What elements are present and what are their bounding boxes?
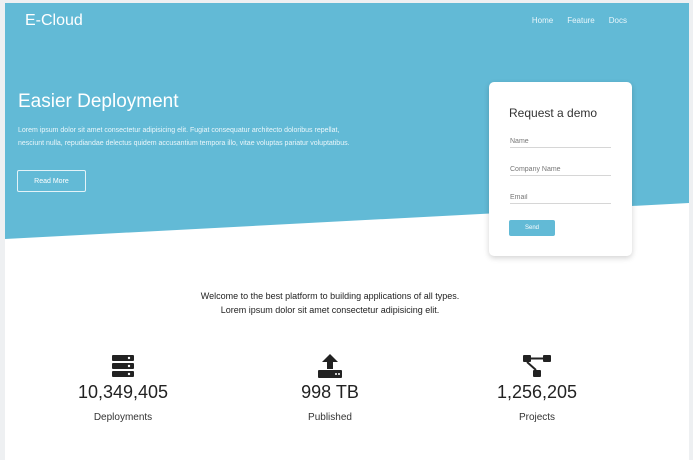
- stat-value: 10,349,405: [77, 382, 169, 402]
- nav-link-docs[interactable]: Docs: [609, 16, 627, 25]
- project-diagram-icon: [523, 355, 551, 377]
- read-more-button[interactable]: Read More: [17, 170, 86, 192]
- send-button[interactable]: Send: [509, 220, 555, 236]
- email-field[interactable]: [510, 191, 611, 204]
- company-name-field[interactable]: [510, 163, 611, 176]
- stat-label: Projects: [518, 412, 556, 423]
- stat-value: 1,256,205: [496, 382, 578, 402]
- stat-deployments: 10,349,405 Deployments: [38, 353, 208, 423]
- hero-description: Lorem ipsum dolor sit amet consectetur a…: [18, 127, 350, 147]
- upload-icon: [318, 354, 342, 378]
- stat-projects: 1,256,205 Projects: [452, 353, 622, 423]
- welcome-text: Welcome to the best platform to building…: [200, 291, 460, 315]
- stat-published: 998 TB Published: [245, 353, 415, 423]
- demo-request-card: Request a demo Send: [489, 82, 632, 256]
- hero-title: Easier Deployment: [18, 91, 179, 112]
- brand-logo[interactable]: E-Cloud: [25, 12, 83, 30]
- stat-value: 998 TB: [301, 382, 359, 402]
- nav-link-feature[interactable]: Feature: [567, 16, 595, 25]
- demo-card-title: Request a demo: [509, 106, 598, 120]
- stat-label: Deployments: [93, 412, 153, 423]
- landing-page: E-Cloud Home Feature Docs Easier Deploym…: [5, 3, 689, 460]
- stat-label: Published: [308, 412, 352, 423]
- top-nav: Home Feature Docs: [518, 16, 627, 25]
- nav-link-home[interactable]: Home: [532, 16, 553, 25]
- name-field[interactable]: [510, 135, 611, 148]
- server-icon: [112, 355, 134, 377]
